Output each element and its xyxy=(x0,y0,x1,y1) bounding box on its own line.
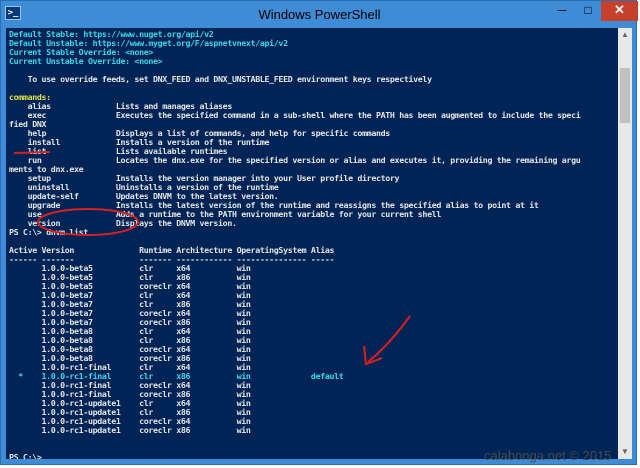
arrowhead-annotation xyxy=(363,345,383,366)
watermark: calabonga.net © 2015 xyxy=(484,448,612,463)
arrow-annotation xyxy=(367,315,411,363)
circle-annotation xyxy=(37,208,139,236)
annotation-overlay xyxy=(13,151,411,366)
underline-annotation xyxy=(13,151,51,154)
